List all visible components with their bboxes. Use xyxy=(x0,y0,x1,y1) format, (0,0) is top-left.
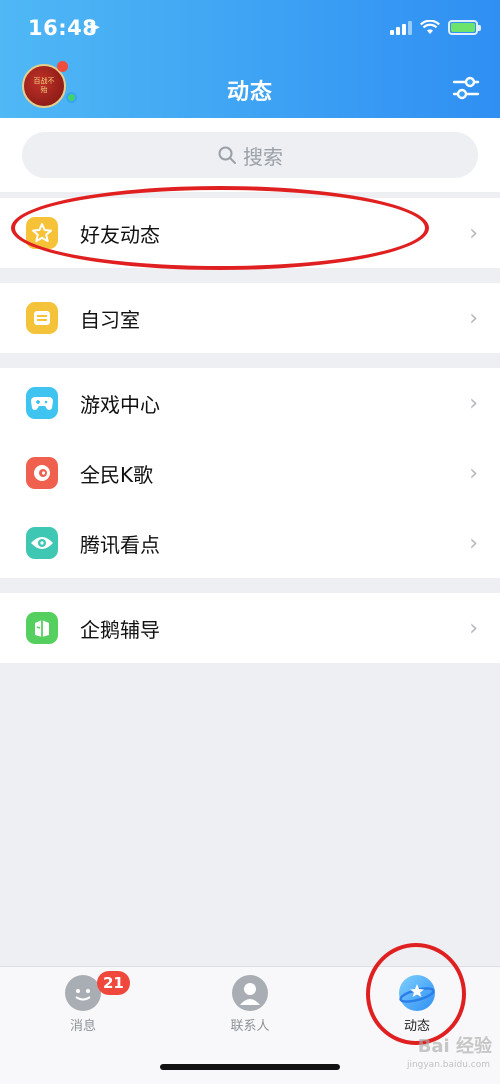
search-placeholder: 搜索 xyxy=(243,144,283,169)
section-study-room: 自习室 › xyxy=(0,283,500,353)
chevron-right-icon: › xyxy=(469,390,478,416)
unread-badge: 21 xyxy=(97,971,130,995)
list-item-label: 游戏中心 xyxy=(80,392,160,417)
karaoke-icon xyxy=(26,457,58,489)
game-center-icon xyxy=(26,387,58,419)
list-item-label: 企鹅辅导 xyxy=(80,617,160,642)
location-icon: ➤ xyxy=(88,18,101,36)
chevron-right-icon: › xyxy=(469,220,478,246)
tab-feed[interactable]: 动态 xyxy=(357,975,477,1034)
search-input[interactable]: 搜索 xyxy=(22,132,478,178)
status-icons xyxy=(390,20,481,35)
chevron-right-icon: › xyxy=(469,615,478,641)
page-title: 动态 xyxy=(226,80,273,105)
battery-charging-icon xyxy=(448,20,481,35)
chevron-right-icon: › xyxy=(469,530,478,556)
study-room-icon xyxy=(26,302,58,334)
list-item-friend-feed[interactable]: 好友动态 › xyxy=(0,198,500,268)
messages-icon xyxy=(65,975,101,1011)
status-bar: 16:48 ➤ xyxy=(28,16,481,44)
tab-label: 联系人 xyxy=(230,1019,270,1034)
chevron-right-icon: › xyxy=(469,305,478,331)
list-item-study-room[interactable]: 自习室 › xyxy=(0,283,500,353)
list-item-tencent-kandian[interactable]: 腾讯看点 › xyxy=(0,508,500,578)
avatar-notification-dot xyxy=(57,61,68,72)
tab-messages[interactable]: 21 消息 xyxy=(23,971,143,1034)
wifi-icon xyxy=(420,20,440,34)
header-bar: 16:48 ➤ 百战不殆 动态 xyxy=(0,0,500,118)
list-item-label: 腾讯看点 xyxy=(80,532,160,557)
section-penguin-tutor: 企鹅辅导 › xyxy=(0,593,500,663)
home-indicator[interactable] xyxy=(160,1064,340,1070)
tencent-kandian-icon xyxy=(26,527,58,559)
search-container: 搜索 xyxy=(0,118,500,192)
list-item-label: 好友动态 xyxy=(80,222,160,247)
list-item-karaoke[interactable]: 全民K歌 › xyxy=(0,438,500,508)
chevron-right-icon: › xyxy=(469,460,478,486)
feed-planet-star-icon xyxy=(399,975,435,1011)
list-item-label: 全民K歌 xyxy=(80,462,154,487)
signal-icon xyxy=(390,20,412,35)
tab-contacts[interactable]: 联系人 xyxy=(190,975,310,1034)
status-time: 16:48 xyxy=(28,16,98,40)
watermark-logo: Bai 经验 xyxy=(417,1036,492,1057)
contacts-icon xyxy=(232,975,268,1011)
friend-feed-icon xyxy=(26,217,58,249)
settings-sliders-icon[interactable] xyxy=(452,75,480,101)
list-item-game-center[interactable]: 游戏中心 › xyxy=(0,368,500,438)
search-icon xyxy=(218,146,236,164)
section-apps: 游戏中心 › 全民K歌 › 腾讯看点 › xyxy=(0,368,500,578)
watermark-url: jingyan.baidu.com xyxy=(406,1060,490,1070)
penguin-tutor-icon xyxy=(26,612,58,644)
list-item-label: 自习室 xyxy=(80,307,140,332)
tab-label: 消息 xyxy=(69,1019,96,1034)
list-item-penguin-tutor[interactable]: 企鹅辅导 › xyxy=(0,593,500,663)
section-friend-feed: 好友动态 › xyxy=(0,198,500,268)
